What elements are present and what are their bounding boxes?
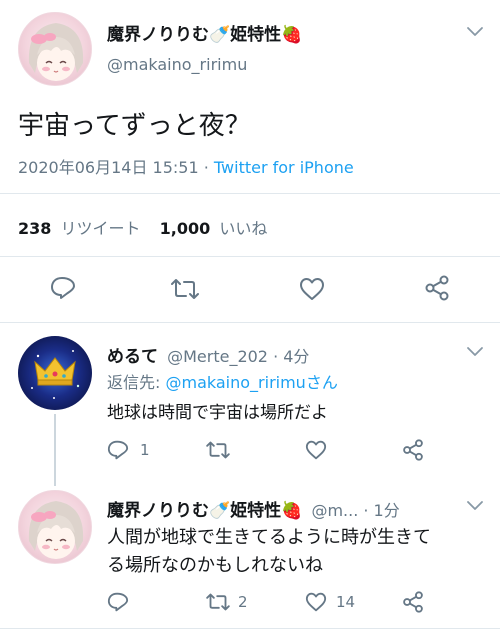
like-count[interactable]: 1,000 [160, 219, 211, 238]
reply1-share-icon[interactable] [402, 439, 424, 461]
reply1-display-name[interactable]: めるて [107, 347, 158, 367]
reply2-header: 魔界ノりりむ🍼姫特性🍓 @m... · 1分 [107, 496, 400, 521]
reply2-like-icon[interactable] [305, 592, 327, 612]
reply2-text-line2: る場所なのかもしれないね [107, 555, 323, 576]
reply2-chevron-down-icon[interactable] [466, 500, 484, 512]
reply2-retweet-icon[interactable] [206, 592, 230, 612]
main-handle[interactable]: @makaino_ririmu [107, 55, 247, 74]
reply2-avatar-illustration [28, 501, 84, 559]
reply2-retweet-count: 2 [238, 593, 248, 611]
reply1-reply-to: 返信先: @makaino_ririmuさん [107, 369, 338, 393]
main-tweet-meta: 2020年06月14日 15:51 · Twitter for iPhone [18, 154, 354, 178]
retweet-icon[interactable] [171, 277, 199, 301]
meta-separator: · [198, 158, 214, 177]
main-avatar-illustration [28, 23, 84, 81]
retweet-count[interactable]: 238 [18, 219, 51, 238]
share-icon[interactable] [424, 275, 450, 301]
divider-2 [0, 256, 500, 257]
reply1-chevron-down-icon[interactable] [466, 346, 484, 358]
main-tweet-text: 宇宙ってずっと夜？ [18, 111, 251, 141]
reply1-reply-to-handle[interactable]: @makaino_ririmuさん [165, 373, 337, 392]
thread-line [54, 414, 56, 486]
chevron-down-icon[interactable] [466, 26, 484, 38]
reply1-reply-to-prefix: 返信先: [107, 373, 166, 392]
reply2-handle-time[interactable]: @m... · 1分 [311, 501, 399, 520]
retweet-label[interactable]: リツイート [61, 219, 141, 238]
divider-3 [0, 322, 500, 323]
reply1-reply-count: 1 [140, 441, 150, 459]
reply2-share-icon[interactable] [402, 591, 424, 613]
main-display-name[interactable]: 魔界ノりりむ🍼姫特性🍓 [107, 20, 302, 45]
reply1-header: めるて @Merte_202 · 4分 [107, 342, 309, 367]
reply1-reply-icon[interactable] [107, 440, 129, 460]
reply2-display-name[interactable]: 魔界ノりりむ🍼姫特性🍓 [107, 501, 302, 521]
reply2-reply-icon[interactable] [107, 592, 129, 612]
crown-icon [31, 350, 80, 399]
like-label[interactable]: いいね [219, 219, 267, 238]
reply1-handle-time[interactable]: @Merte_202 · 4分 [167, 347, 309, 366]
reply2-text-line1: 人間が地球で生きてるように時が生きて [107, 527, 431, 548]
reply1-like-icon[interactable] [305, 440, 327, 460]
divider-1 [0, 193, 500, 194]
divider-4 [0, 628, 500, 629]
reply1-avatar[interactable] [18, 336, 92, 410]
like-icon[interactable] [299, 277, 325, 301]
main-tweet-date: 2020年06月14日 15:51 [18, 158, 199, 177]
reply2-like-count: 14 [336, 593, 356, 611]
main-tweet-stats: 238 リツイート 1,000 いいね [18, 215, 267, 239]
main-tweet-source[interactable]: Twitter for iPhone [214, 158, 354, 177]
reply-icon[interactable] [50, 276, 76, 300]
reply2-avatar[interactable] [18, 490, 92, 564]
main-avatar[interactable] [18, 12, 92, 86]
reply1-retweet-icon[interactable] [206, 440, 230, 460]
reply1-text: 地球は時間で宇宙は場所だよ [107, 403, 328, 423]
